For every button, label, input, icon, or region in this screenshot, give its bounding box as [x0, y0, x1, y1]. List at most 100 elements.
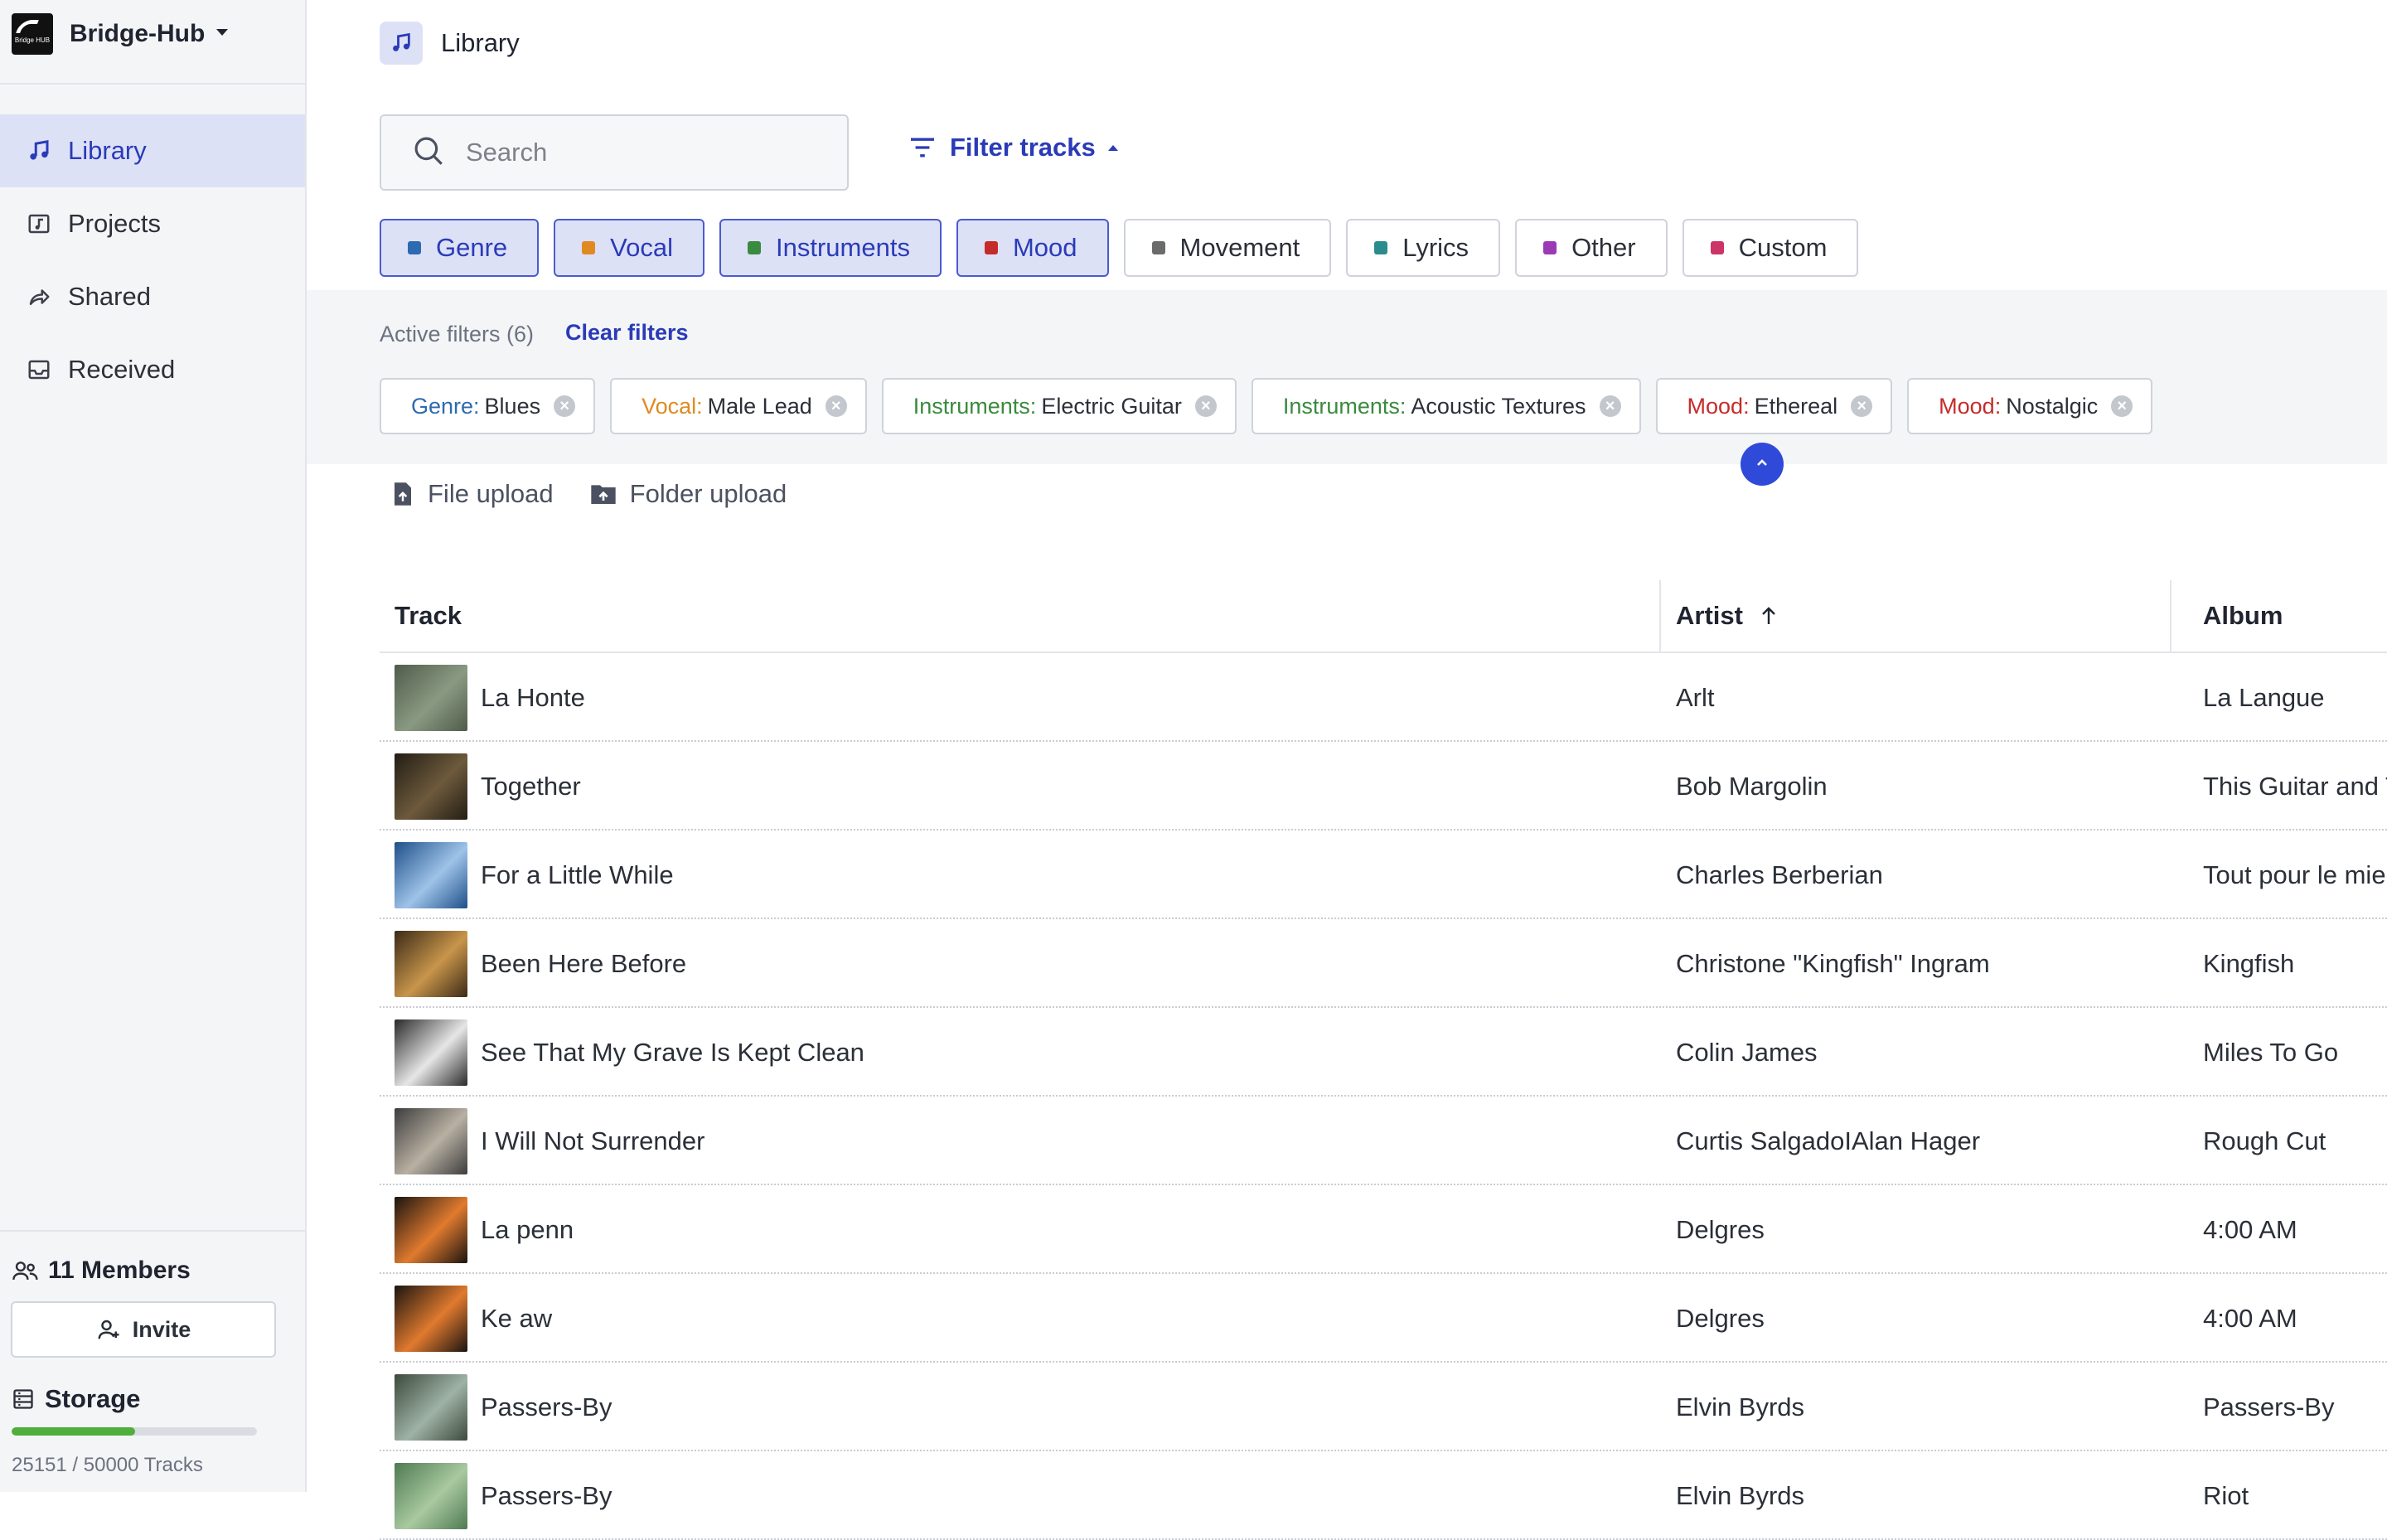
sidebar-item-label: Library [68, 136, 147, 165]
chip-value: Male Lead [707, 393, 812, 419]
column-header-label: Artist [1676, 601, 1743, 630]
chip-value: Electric Guitar [1041, 393, 1182, 419]
storage-icon [12, 1387, 35, 1411]
track-artist: Curtis SalgadoIAlan Hager [1676, 1126, 1981, 1155]
filter-tracks-label: Filter tracks [950, 133, 1096, 162]
chip-value: Acoustic Textures [1411, 393, 1586, 419]
storage-section: Storage [12, 1384, 140, 1414]
members-count[interactable]: 11 Members [12, 1257, 191, 1285]
search-box[interactable] [380, 114, 849, 191]
collapse-filters-button[interactable] [1741, 443, 1784, 486]
track-title: Ke aw [481, 1303, 553, 1333]
album-art-thumbnail [395, 665, 467, 731]
table-row[interactable]: Together Bob Margolin This Guitar and To [380, 742, 2387, 831]
track-album: La Langue [2203, 682, 2325, 712]
filter-category-custom[interactable]: Custom [1682, 219, 1859, 277]
track-title: For a Little While [481, 860, 674, 889]
category-label: Mood [1012, 233, 1077, 262]
filter-category-genre[interactable]: Genre [380, 219, 540, 277]
column-header-artist[interactable]: Artist [1676, 601, 1778, 631]
sidebar-item-received[interactable]: Received [0, 333, 305, 406]
filter-tracks-toggle[interactable]: Filter tracks [908, 133, 1119, 162]
track-title: I Will Not Surrender [481, 1126, 705, 1155]
chip-value: Ethereal [1754, 393, 1838, 419]
sidebar-item-shared[interactable]: Shared [0, 260, 305, 333]
track-title: Been Here Before [481, 948, 687, 978]
track-album: Tout pour le mieu [2203, 860, 2387, 889]
remove-filter-icon[interactable]: × [1599, 395, 1621, 417]
table-header: Track Artist Album [380, 580, 2387, 653]
active-filter-chip: Instruments: Acoustic Textures × [1251, 378, 1641, 434]
table-row[interactable]: I Will Not Surrender Curtis SalgadoIAlan … [380, 1097, 2387, 1185]
active-filters-count: Active filters (6) [380, 322, 535, 346]
category-color-dot [1374, 241, 1388, 254]
album-art-thumbnail [395, 1286, 467, 1352]
track-title: Passers-By [481, 1480, 612, 1510]
column-header-track[interactable]: Track [395, 601, 462, 631]
chip-key: Genre: [411, 393, 480, 419]
sidebar-item-projects[interactable]: Projects [0, 187, 305, 260]
chevron-down-icon [215, 27, 230, 42]
folder-upload-button[interactable]: Folder upload [590, 479, 787, 509]
music-note-icon [380, 22, 423, 65]
sort-ascending-icon [1760, 606, 1778, 626]
column-divider[interactable] [1659, 580, 1661, 653]
track-title: Passers-By [481, 1392, 612, 1421]
members-label: 11 Members [48, 1257, 191, 1284]
track-album: 4:00 AM [2203, 1214, 2297, 1244]
remove-filter-icon[interactable]: × [1194, 395, 1217, 417]
remove-filter-icon[interactable]: × [2111, 395, 2133, 417]
active-filter-chips: Genre: Blues × Vocal: Male Lead × Instrument… [380, 378, 2167, 434]
chip-value: Nostalgic [2006, 393, 2099, 419]
remove-filter-icon[interactable]: × [825, 395, 847, 417]
main-content: Library Filter tracks Genre Vocal Instru… [307, 0, 2387, 1540]
track-artist: Charles Berberian [1676, 860, 1883, 889]
category-label: Movement [1179, 233, 1300, 262]
category-color-dot [984, 241, 998, 254]
table-row[interactable]: For a Little While Charles Berberian Tout … [380, 831, 2387, 919]
table-row[interactable]: La Honte Arlt La Langue [380, 653, 2387, 742]
sidebar-item-library[interactable]: Library [0, 114, 305, 187]
page-header: Library [380, 22, 520, 65]
filter-category-movement[interactable]: Movement [1123, 219, 1332, 277]
clear-filters-link[interactable]: Clear filters [565, 320, 689, 346]
category-color-dot [1710, 241, 1724, 254]
storage-progress-fill [12, 1427, 135, 1436]
active-filter-chip: Mood: Nostalgic × [1907, 378, 2153, 434]
table-row[interactable]: La penn Delgres 4:00 AM [380, 1185, 2387, 1274]
filter-category-instruments[interactable]: Instruments [719, 219, 942, 277]
table-row[interactable]: Passers-By Elvin Byrds Passers-By [380, 1363, 2387, 1451]
track-album: Riot [2203, 1480, 2249, 1510]
album-art-thumbnail [395, 1019, 467, 1086]
remove-filter-icon[interactable]: × [554, 395, 576, 417]
table-row[interactable]: Been Here Before Christone "Kingfish" Ing… [380, 919, 2387, 1008]
file-upload-icon [391, 482, 414, 506]
track-album: This Guitar and To [2203, 771, 2387, 801]
table-row[interactable]: Passers-By Elvin Byrds Riot [380, 1451, 2387, 1540]
divider [0, 83, 305, 85]
divider [0, 1230, 305, 1232]
album-art-thumbnail [395, 1197, 467, 1263]
search-input[interactable] [464, 137, 829, 168]
invite-button[interactable]: Invite [11, 1301, 276, 1358]
category-color-dot [748, 241, 762, 254]
table-row[interactable]: See That My Grave Is Kept Clean Colin Jam… [380, 1008, 2387, 1097]
filter-category-other[interactable]: Other [1515, 219, 1668, 277]
remove-filter-icon[interactable]: × [1851, 395, 1873, 417]
storage-progress-bar [12, 1427, 257, 1436]
column-divider[interactable] [2170, 580, 2172, 653]
filter-category-mood[interactable]: Mood [956, 219, 1109, 277]
storage-usage-text: 25151 / 50000 Tracks [12, 1454, 203, 1476]
column-header-album[interactable]: Album [2203, 601, 2283, 631]
track-album: 4:00 AM [2203, 1303, 2297, 1333]
filter-category-lyrics[interactable]: Lyrics [1346, 219, 1501, 277]
table-row[interactable]: Ke aw Delgres 4:00 AM [380, 1274, 2387, 1363]
music-note-icon [25, 137, 53, 165]
search-icon [411, 133, 446, 172]
file-upload-button[interactable]: File upload [391, 479, 554, 509]
workspace-switcher[interactable]: Bridge HUB Bridge-Hub [12, 12, 230, 56]
category-label: Lyrics [1402, 233, 1469, 262]
filter-category-vocal[interactable]: Vocal [554, 219, 705, 277]
file-upload-label: File upload [428, 479, 554, 508]
users-icon [12, 1258, 40, 1283]
